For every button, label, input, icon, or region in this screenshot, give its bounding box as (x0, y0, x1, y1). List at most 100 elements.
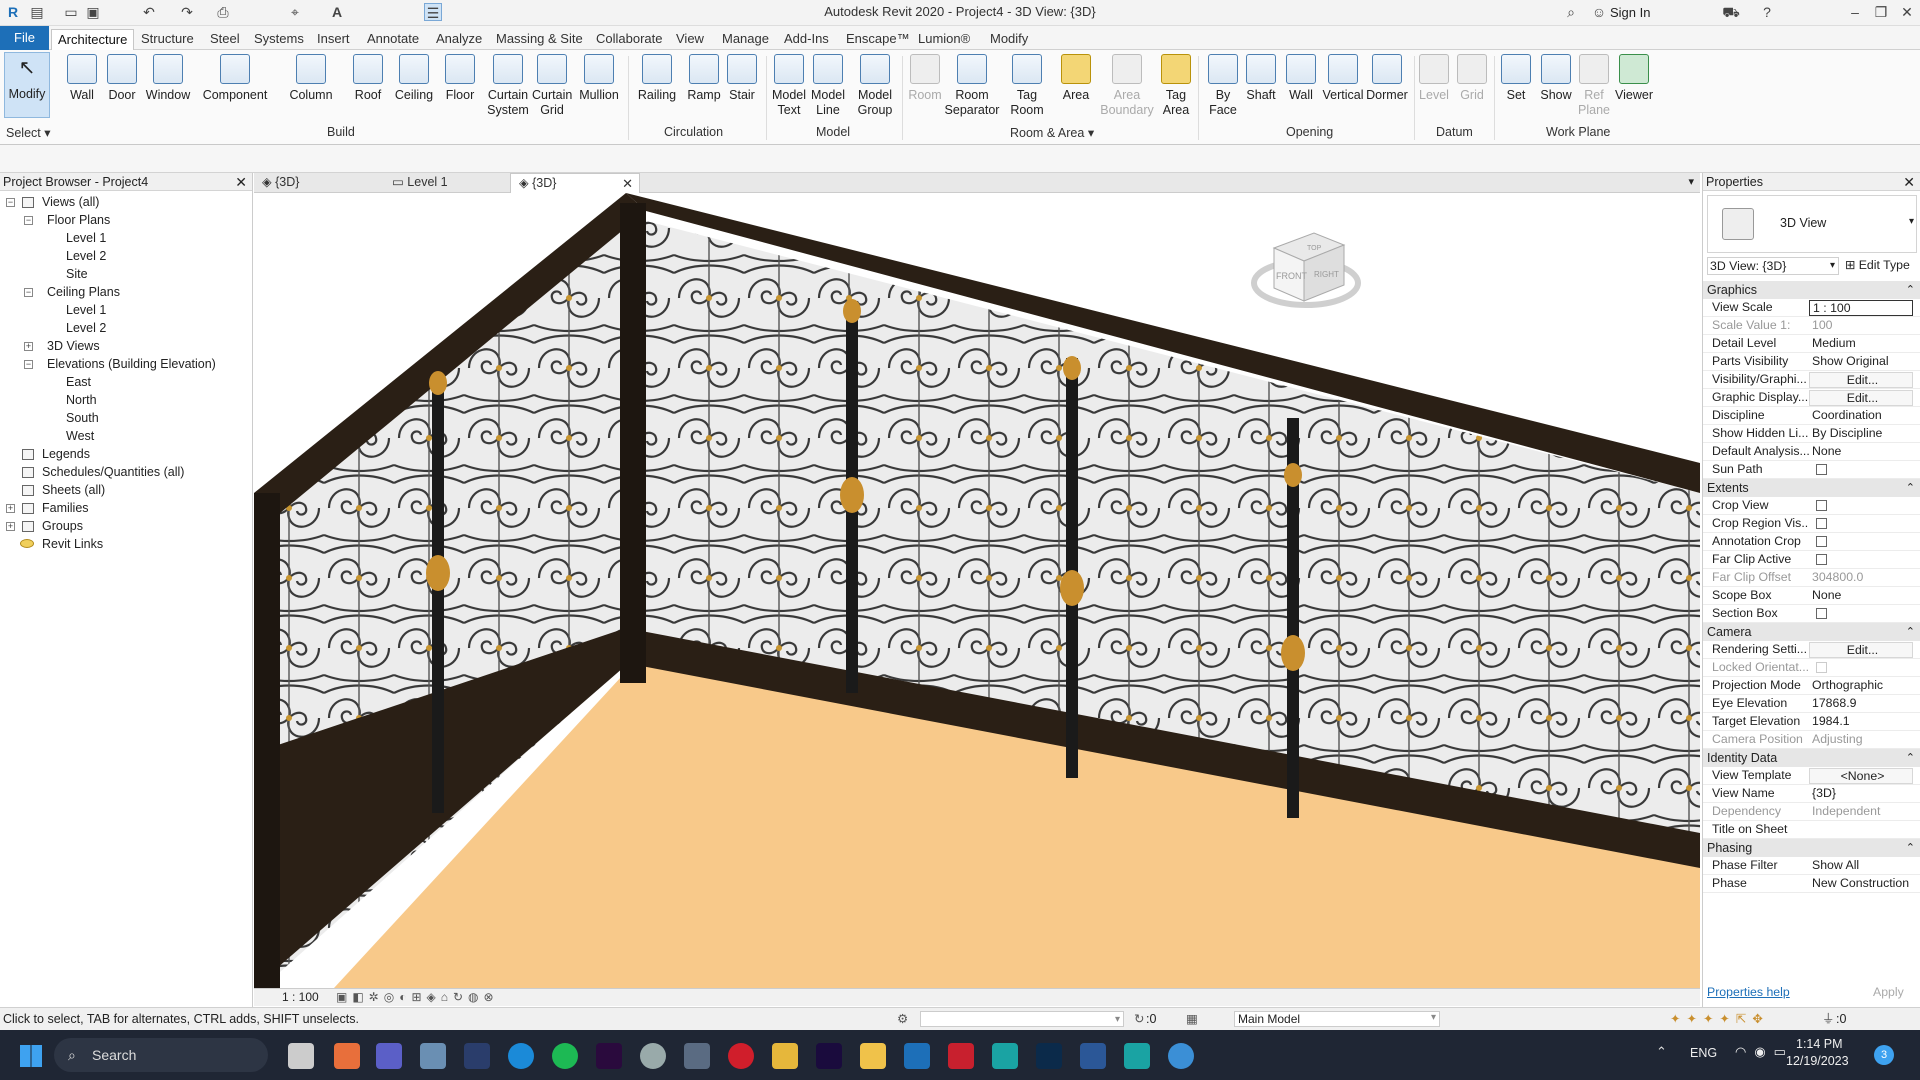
prop-view-name[interactable]: View Name {3D} (1703, 785, 1920, 803)
tab-file[interactable]: File (0, 26, 49, 50)
tab-insert[interactable]: Insert (311, 29, 356, 50)
instance-selector[interactable]: 3D View: {3D} ▾ (1707, 257, 1839, 275)
editable-only-icon[interactable]: ↻ (1134, 1008, 1144, 1030)
teams-icon[interactable] (376, 1043, 402, 1069)
taskbar-search[interactable]: ⌕ Search (54, 1038, 268, 1072)
start-icon[interactable] (20, 1045, 42, 1067)
view-tab-level-1[interactable]: ▭ Level 1 (384, 173, 514, 193)
search-icon[interactable]: ⌕ (1562, 3, 1580, 21)
vertical-button[interactable]: Vertical (1322, 54, 1364, 103)
design-options-icon[interactable]: ▦ (1186, 1008, 1198, 1030)
minimize-icon[interactable]: – (1846, 3, 1864, 21)
close-icon[interactable]: ✕ (622, 174, 633, 193)
tab-architecture[interactable]: Architecture (51, 29, 135, 50)
type-selector[interactable]: 3D View ▾ (1707, 195, 1917, 253)
tab-menu-icon[interactable]: ▾ (1688, 175, 1694, 188)
clock-date[interactable]: 12/19/2023 (1786, 1054, 1849, 1068)
tag-area-button[interactable]: Tag Area (1160, 54, 1192, 118)
prop-graphic-display[interactable]: Graphic Display... Edit... (1703, 389, 1920, 407)
level-button[interactable]: Level (1418, 54, 1450, 103)
view-control-icons[interactable]: ▣◧✲◎◐⊞◈⌂↻◍⊗ (336, 989, 499, 1006)
model-text-button[interactable]: Model Text (770, 54, 808, 118)
tree-ceiling-plans[interactable]: Ceiling Plans (47, 284, 120, 300)
prop-view-template[interactable]: View Template <None> (1703, 767, 1920, 785)
close-icon[interactable]: ✕ (235, 173, 247, 191)
collapse-toggle[interactable]: − (24, 360, 33, 369)
panel-select[interactable]: Select ▾ (6, 125, 51, 140)
tab-steel[interactable]: Steel (204, 29, 246, 50)
model-line-button[interactable]: Model Line (810, 54, 846, 118)
prop-section-box[interactable]: Section Box (1703, 605, 1920, 623)
prop-projection-mode[interactable]: Projection Mode Orthographic (1703, 677, 1920, 695)
section-extents[interactable]: Extents ⌃ (1703, 479, 1920, 497)
autocad-icon[interactable] (948, 1043, 974, 1069)
prop-sun-path[interactable]: Sun Path (1703, 461, 1920, 479)
room-button[interactable]: Room (906, 54, 944, 103)
prop-crop-view[interactable]: Crop View (1703, 497, 1920, 515)
view-tab-3d-active[interactable]: ◈ {3D} ✕ (510, 173, 640, 193)
section-graphics[interactable]: Graphics ⌃ (1703, 281, 1920, 299)
floor-button[interactable]: Floor (442, 54, 478, 103)
prop-crop-region-visible[interactable]: Crop Region Vis... (1703, 515, 1920, 533)
tab-systems[interactable]: Systems (248, 29, 310, 50)
chevron-up-icon[interactable]: ⌃ (1656, 1044, 1667, 1060)
tree-legends[interactable]: Legends (42, 446, 90, 462)
selection-filter-icons[interactable]: ✦✦✦✦⇱✥ (1670, 1008, 1769, 1030)
view-tab-3d-1[interactable]: ◈ {3D} (254, 173, 384, 193)
tree-sheets[interactable]: Sheets (all) (42, 482, 105, 498)
railing-button[interactable]: Railing (636, 54, 678, 103)
prop-annotation-crop[interactable]: Annotation Crop (1703, 533, 1920, 551)
premiere-icon[interactable] (596, 1043, 622, 1069)
spotify-icon[interactable] (552, 1043, 578, 1069)
prop-phase-filter[interactable]: Phase Filter Show All (1703, 857, 1920, 875)
prop-rendering-settings[interactable]: Rendering Setti... Edit... (1703, 641, 1920, 659)
prop-far-clip-active[interactable]: Far Clip Active (1703, 551, 1920, 569)
tree-elevation-west[interactable]: West (66, 428, 94, 444)
crop-view-checkbox[interactable] (1816, 500, 1827, 511)
tree-elevation-north[interactable]: North (66, 392, 97, 408)
prop-title-on-sheet[interactable]: Title on Sheet (1703, 821, 1920, 839)
after-effects-icon[interactable] (816, 1043, 842, 1069)
tree-floor-level-1[interactable]: Level 1 (66, 230, 106, 246)
app-icon[interactable] (334, 1043, 360, 1069)
tree-families[interactable]: Families (42, 500, 89, 516)
tag-room-button[interactable]: Tag Room (1008, 54, 1046, 118)
tree-elevation-south[interactable]: South (66, 410, 99, 426)
tab-lumion[interactable]: Lumion® (912, 29, 976, 50)
wall-button[interactable]: Wall (64, 54, 100, 103)
section-phasing[interactable]: Phasing ⌃ (1703, 839, 1920, 857)
expand-toggle[interactable]: + (6, 522, 15, 531)
room-separator-button[interactable]: Room Separator (944, 54, 1000, 118)
tab-massing-site[interactable]: Massing & Site (490, 29, 589, 50)
ref-plane-button[interactable]: Ref Plane (1578, 54, 1610, 118)
panel-room-area[interactable]: Room & Area ▾ (1010, 125, 1094, 140)
model-group-button[interactable]: Model Group (854, 54, 896, 118)
show-button[interactable]: Show (1538, 54, 1574, 103)
tab-modify[interactable]: Modify (984, 29, 1034, 50)
photoshop-icon[interactable] (1036, 1043, 1062, 1069)
shaft-button[interactable]: Shaft (1242, 54, 1280, 103)
tree-floor-site[interactable]: Site (66, 266, 88, 282)
tree-schedules[interactable]: Schedules/Quantities (all) (42, 464, 184, 480)
tree-floor-level-2[interactable]: Level 2 (66, 248, 106, 264)
prop-scope-box[interactable]: Scope Box None (1703, 587, 1920, 605)
tree-elevation-east[interactable]: East (66, 374, 91, 390)
properties-help-link[interactable]: Properties help (1707, 985, 1790, 999)
tree-elevations[interactable]: Elevations (Building Elevation) (47, 356, 216, 372)
task-view-icon[interactable] (288, 1043, 314, 1069)
tab-enscape[interactable]: Enscape™ (840, 29, 916, 50)
area-button[interactable]: Area (1058, 54, 1094, 103)
tab-structure[interactable]: Structure (135, 29, 200, 50)
prop-show-hidden-lines[interactable]: Show Hidden Li... By Discipline (1703, 425, 1920, 443)
language-indicator[interactable]: ENG (1690, 1046, 1717, 1060)
collapse-toggle[interactable]: − (24, 288, 33, 297)
tree-floor-plans[interactable]: Floor Plans (47, 212, 110, 228)
expand-toggle[interactable]: + (24, 342, 33, 351)
mullion-button[interactable]: Mullion (576, 54, 622, 103)
close-icon[interactable]: ✕ (1898, 3, 1916, 21)
collapse-toggle[interactable]: − (24, 216, 33, 225)
restore-icon[interactable]: ❐ (1872, 3, 1890, 21)
tab-annotate[interactable]: Annotate (361, 29, 425, 50)
3dsmax-icon[interactable] (1124, 1043, 1150, 1069)
app-icon[interactable] (640, 1043, 666, 1069)
